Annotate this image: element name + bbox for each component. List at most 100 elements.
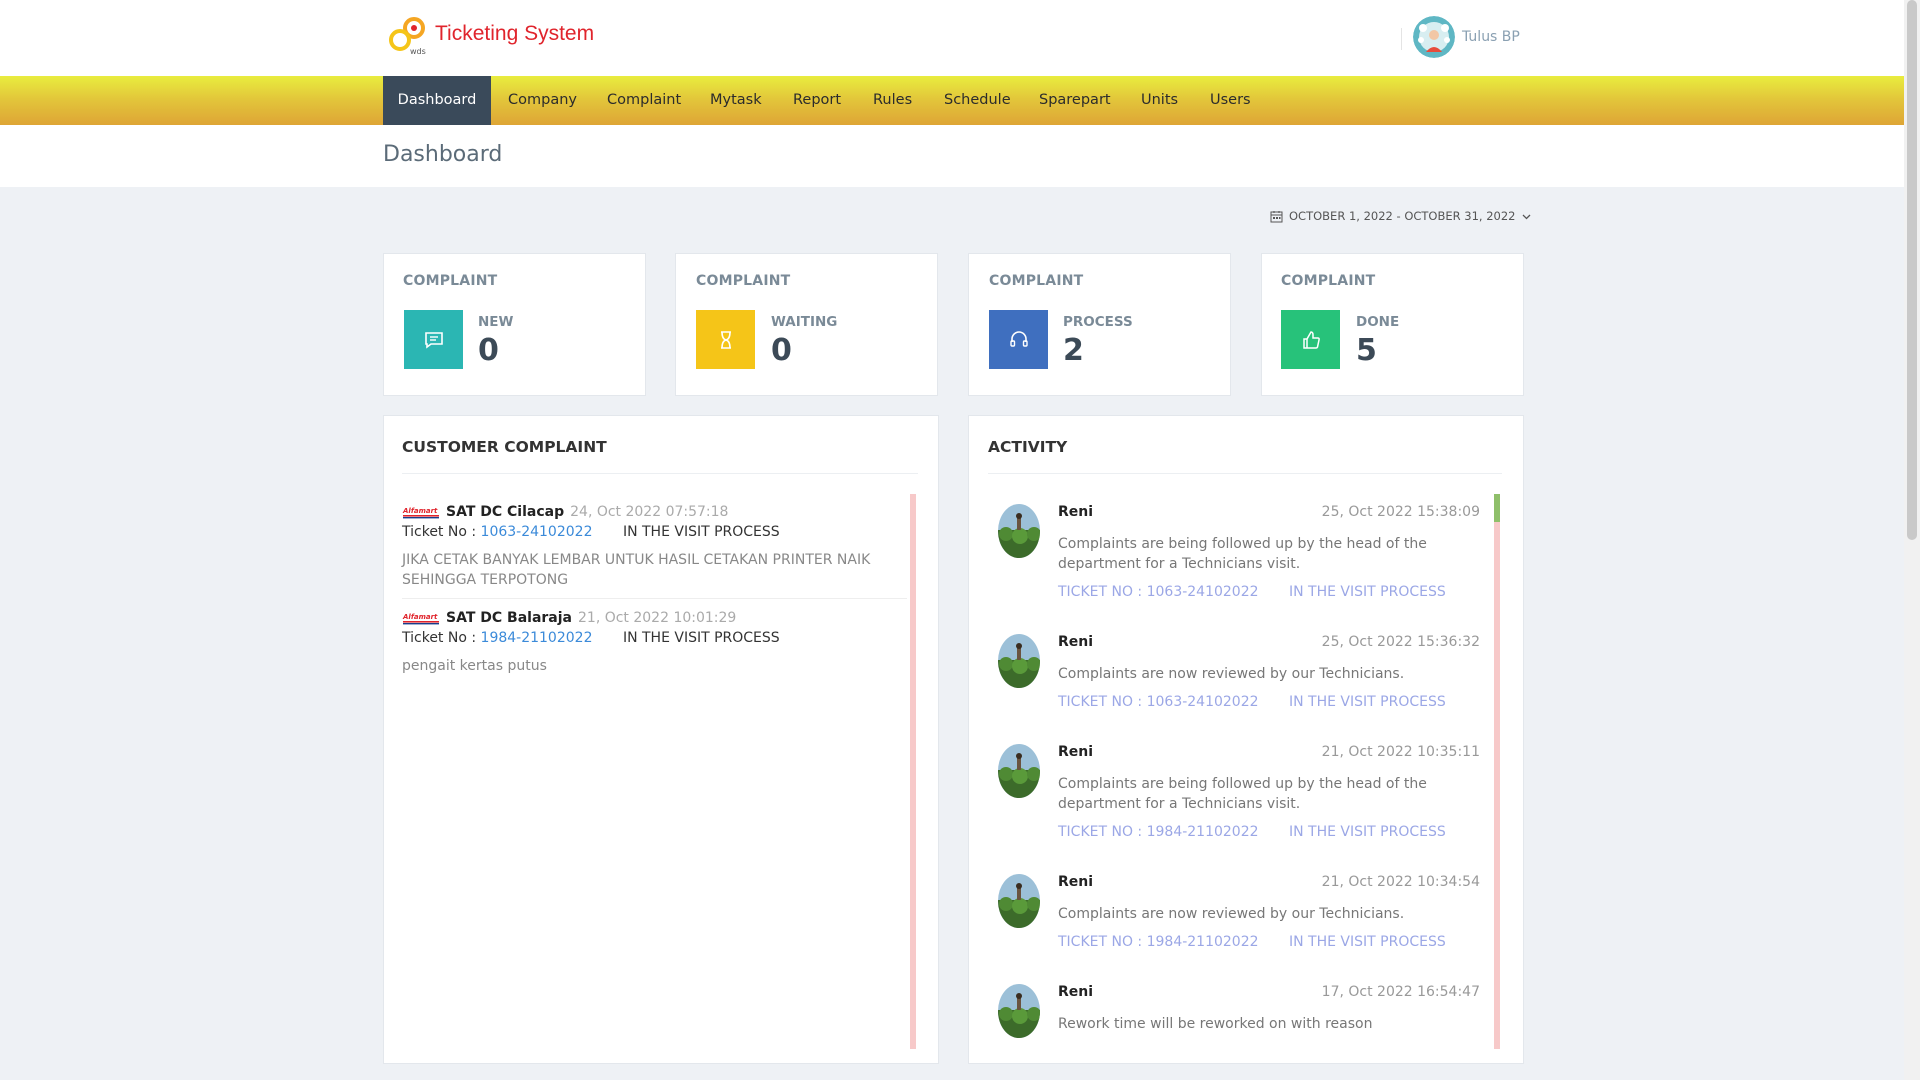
activity-item[interactable]: Reni 21, Oct 2022 10:34:54 Complaints ar…: [998, 874, 1480, 974]
chevron-down-icon: [1522, 214, 1530, 219]
activity-user: Reni: [1058, 874, 1094, 890]
nav-complaint[interactable]: Complaint: [607, 76, 681, 125]
stat-label: DONE: [1356, 314, 1400, 330]
complaint-status: IN THE VISIT PROCESS: [622, 524, 780, 540]
activity-status: IN THE VISIT PROCESS: [1289, 934, 1446, 950]
complaint-timestamp: 21, Oct 2022 10:01:29: [578, 610, 737, 626]
activity-datetime: 17, Oct 2022 16:54:47: [1321, 984, 1480, 1000]
user-avatar[interactable]: [1413, 16, 1455, 58]
activity-avatar: [998, 504, 1040, 558]
activity-datetime: 25, Oct 2022 15:36:32: [1321, 634, 1480, 650]
nav-sparepart[interactable]: Sparepart: [1039, 76, 1111, 125]
complaint-status: IN THE VISIT PROCESS: [622, 630, 780, 646]
activity-ticket[interactable]: TICKET NO : 1984-21102022: [1058, 824, 1259, 840]
date-range-picker[interactable]: OCTOBER 1, 2022 - OCTOBER 31, 2022: [1270, 209, 1531, 223]
activity-datetime: 21, Oct 2022 10:35:11: [1321, 744, 1480, 760]
activity-meta: TICKET NO : 1984-21102022 IN THE VISIT P…: [1058, 934, 1446, 950]
headset-icon: [989, 310, 1048, 369]
activity-datetime: 25, Oct 2022 15:38:09: [1321, 504, 1480, 520]
app-title: Ticketing System: [435, 22, 595, 45]
list-item[interactable]: Alfamart SAT DC Balaraja 21, Oct 2022 10…: [402, 610, 907, 676]
header-bar: [0, 0, 1904, 76]
activity-datetime: 21, Oct 2022 10:34:54: [1321, 874, 1480, 890]
ticket-link[interactable]: 1984-21102022: [481, 630, 593, 646]
list-item[interactable]: Alfamart SAT DC Cilacap 24, Oct 2022 07:…: [402, 504, 907, 590]
complaint-site: SAT DC Balaraja: [446, 610, 572, 626]
activity-ticket[interactable]: TICKET NO : 1984-21102022: [1058, 934, 1259, 950]
page-scrollbar[interactable]: [1904, 0, 1920, 1080]
activity-user: Reni: [1058, 744, 1094, 760]
activity-scrollbar[interactable]: [1494, 494, 1500, 1049]
stat-caption: COMPLAINT: [1281, 273, 1376, 289]
divider: [402, 598, 907, 599]
user-name[interactable]: Tulus BP: [1462, 29, 1520, 45]
nav-report[interactable]: Report: [793, 76, 841, 125]
ticket-prefix: Ticket No :: [402, 524, 477, 540]
divider: [988, 473, 1502, 474]
page-header: [0, 125, 1904, 187]
activity-message: Complaints are now reviewed by our Techn…: [1058, 666, 1405, 682]
nav-company[interactable]: Company: [508, 76, 577, 125]
stat-caption: COMPLAINT: [696, 273, 791, 289]
activity-user: Reni: [1058, 634, 1094, 650]
app-logo[interactable]: wds: [388, 16, 428, 56]
date-range-label: OCTOBER 1, 2022 - OCTOBER 31, 2022: [1289, 209, 1516, 223]
activity-status: IN THE VISIT PROCESS: [1289, 584, 1446, 600]
activity-message: Complaints are being followed up by the …: [1058, 536, 1427, 572]
thumbs-up-icon: [1281, 310, 1340, 369]
panel-title: CUSTOMER COMPLAINT: [402, 438, 607, 456]
hourglass-icon: [696, 310, 755, 369]
activity-message: Rework time will be reworked on with rea…: [1058, 1016, 1373, 1032]
activity-status: IN THE VISIT PROCESS: [1289, 694, 1446, 710]
activity-user: Reni: [1058, 504, 1094, 520]
stat-label: NEW: [478, 314, 514, 330]
complaint-timestamp: 24, Oct 2022 07:57:18: [570, 504, 729, 520]
stat-label: PROCESS: [1063, 314, 1133, 330]
activity-meta: TICKET NO : 1063-24102022 IN THE VISIT P…: [1058, 584, 1446, 600]
activity-avatar: [998, 874, 1040, 928]
activity-meta: TICKET NO : 1063-24102022 IN THE VISIT P…: [1058, 694, 1446, 710]
activity-avatar: [998, 634, 1040, 688]
activity-item[interactable]: Reni 17, Oct 2022 16:54:47 Rework time w…: [998, 984, 1480, 1044]
svg-text:Alfamart: Alfamart: [402, 613, 438, 621]
activity-message: Complaints are now reviewed by our Techn…: [1058, 906, 1405, 922]
activity-ticket[interactable]: TICKET NO : 1063-24102022: [1058, 694, 1259, 710]
activity-item[interactable]: Reni 21, Oct 2022 10:35:11 Complaints ar…: [998, 744, 1480, 844]
activity-ticket[interactable]: TICKET NO : 1063-24102022: [1058, 584, 1259, 600]
nav-schedule[interactable]: Schedule: [944, 76, 1011, 125]
activity-avatar: [998, 744, 1040, 798]
activity-avatar: [998, 984, 1040, 1038]
stat-value: 0: [478, 333, 499, 368]
activity-meta: TICKET NO : 1984-21102022 IN THE VISIT P…: [1058, 824, 1446, 840]
stat-value: 5: [1356, 333, 1377, 368]
nav-rules[interactable]: Rules: [873, 76, 912, 125]
activity-message: Complaints are being followed up by the …: [1058, 776, 1427, 812]
activity-scrollbar-thumb[interactable]: [1494, 494, 1500, 522]
divider: [1401, 28, 1402, 50]
ticket-prefix: Ticket No :: [402, 630, 477, 646]
message-icon: [404, 310, 463, 369]
page-title: Dashboard: [383, 142, 503, 167]
page-scrollbar-thumb[interactable]: [1907, 0, 1917, 540]
complaint-scrollbar[interactable]: [910, 494, 916, 1049]
activity-item[interactable]: Reni 25, Oct 2022 15:36:32 Complaints ar…: [998, 634, 1480, 734]
divider: [402, 473, 918, 474]
nav-mytask[interactable]: Mytask: [710, 76, 762, 125]
stat-caption: COMPLAINT: [403, 273, 498, 289]
alfamart-logo: Alfamart: [402, 505, 440, 519]
activity-user: Reni: [1058, 984, 1094, 1000]
complaint-site: SAT DC Cilacap: [446, 504, 565, 520]
nav-dashboard[interactable]: Dashboard: [383, 76, 491, 125]
panel-title: ACTIVITY: [988, 438, 1068, 456]
stat-caption: COMPLAINT: [989, 273, 1084, 289]
complaint-description: JIKA CETAK BANYAK LEMBAR UNTUK HASIL CET…: [402, 552, 871, 588]
svg-text:Alfamart: Alfamart: [402, 507, 438, 515]
calendar-icon: [1270, 210, 1283, 222]
nav-units[interactable]: Units: [1141, 76, 1178, 125]
logo-text: wds: [410, 47, 426, 56]
stat-label: WAITING: [771, 314, 838, 330]
ticket-link[interactable]: 1063-24102022: [481, 524, 593, 540]
nav-users[interactable]: Users: [1210, 76, 1251, 125]
complaint-description: pengait kertas putus: [402, 658, 547, 674]
activity-item[interactable]: Reni 25, Oct 2022 15:38:09 Complaints ar…: [998, 504, 1480, 604]
